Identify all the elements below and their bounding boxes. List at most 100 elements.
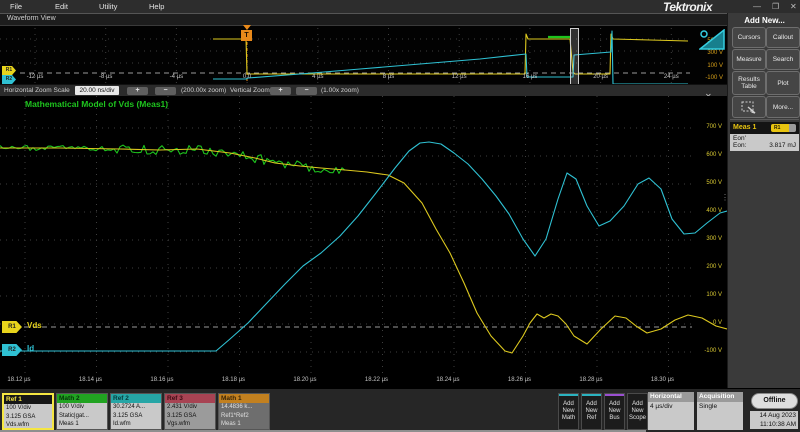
cursors-button[interactable]: Cursors (732, 27, 766, 48)
math2-badge-title: Math 2 (57, 394, 107, 403)
menu-help[interactable]: Help (149, 2, 164, 11)
ref2-line3: Id.wfm (111, 420, 161, 429)
meas1-row2-value: 3.817 mJ (769, 142, 796, 149)
bottom-bar: Ref 1 100 V/div 3.125 GSA Vds.wfm Math 2… (0, 388, 800, 432)
v-zoom-plus-button[interactable]: + (270, 87, 291, 95)
ref3-badge-title: Ref 3 (165, 394, 215, 403)
ref3-line1: 2.431 V/div (165, 403, 215, 412)
y-tick-label: 600 V (696, 152, 722, 158)
h-zoom-minus-button[interactable]: − (155, 87, 176, 95)
vds-trace (0, 148, 727, 353)
meas1-row1: Eon' (733, 135, 796, 142)
sidebar-divider (730, 119, 799, 120)
overview-v-tick-label: 300 V (697, 50, 723, 56)
x-tick-label: 18.18 µs (214, 377, 254, 383)
overview-x-tick-label: 4 µs (301, 74, 335, 80)
callout-button[interactable]: Callout (766, 27, 800, 48)
overview-x-tick-label: 20 µs (584, 74, 618, 80)
math-color-stripe (559, 394, 578, 396)
add-new-bus-button[interactable]: Add New Bus (604, 393, 625, 430)
v-zoom-factor: (1.00x zoom) (321, 87, 359, 94)
v-zoom-minus-button[interactable]: − (296, 87, 317, 95)
y-tick-label: 300 V (696, 236, 722, 242)
tekscope-window: File Edit Utility Help Tektronix — ❐ ✕ W… (0, 0, 800, 432)
y-tick-label: 100 V (696, 292, 722, 298)
x-tick-label: 18.30 µs (643, 377, 683, 383)
close-icon[interactable]: ✕ (790, 2, 797, 11)
add-new-scope-button[interactable]: Add New Scope (627, 393, 648, 430)
restore-icon[interactable]: ❐ (772, 2, 779, 11)
zoom-window-marker[interactable] (570, 28, 579, 85)
x-tick-label: 18.20 µs (285, 377, 325, 383)
y-tick-label: -100 V (696, 348, 722, 354)
horizontal-value: 4 µs/div (648, 402, 694, 410)
ref2-line1: 30.2724 A... (111, 403, 161, 412)
menu-edit[interactable]: Edit (55, 2, 68, 11)
add-new-ref-button[interactable]: Add New Ref (581, 393, 602, 430)
menu-utility[interactable]: Utility (99, 2, 117, 11)
plot-button[interactable]: Plot (766, 71, 800, 95)
math1-badge-title: Math 1 (219, 394, 269, 403)
draw-a-box-button[interactable] (732, 96, 766, 118)
overview-x-tick-label: -8 µs (89, 74, 123, 80)
overview-x-tick-label: 12 µs (442, 74, 476, 80)
add-new-math-button[interactable]: Add New Math (558, 393, 579, 430)
meas1-row2-label: Eon: (733, 142, 746, 149)
menu-file[interactable]: File (10, 2, 22, 11)
ref3-line2: 3.125 GSA (165, 412, 215, 421)
bus-color-stripe (605, 394, 624, 396)
math2-badge[interactable]: Math 2 100 V/div Static|gat... Meas 1 (56, 393, 108, 430)
x-axis-labels: 18.12 µs18.14 µs18.16 µs18.18 µs18.20 µs… (0, 374, 727, 388)
zoom-overview-icon[interactable] (699, 29, 725, 51)
x-tick-label: 18.28 µs (571, 377, 611, 383)
acquisition-panel[interactable]: Acquisition Single (697, 392, 743, 430)
search-button[interactable]: Search (766, 49, 800, 70)
overview-vds-trace (213, 34, 688, 74)
menu-bar: File Edit Utility Help Tektronix — ❐ ✕ (0, 0, 800, 14)
more-button[interactable]: More... (766, 96, 800, 118)
date-text: 14 Aug 2023 (750, 411, 796, 420)
meas1-header: Meas 1 R1 (730, 122, 799, 134)
overview-x-tick-label: 0.0 (230, 74, 264, 80)
meas1-badge[interactable]: Meas 1 R1 Eon' Eon: 3.817 mJ (730, 122, 799, 151)
y-tick-label: 0 V (696, 320, 722, 326)
waveform-overview: T R1 R2 -12 µs-8 µs-4 µs0.04 µs8 µs12 µs… (0, 25, 727, 85)
trigger-badge[interactable]: T (241, 30, 252, 41)
ref1-line2: 3.125 GSA (4, 413, 52, 422)
horizontal-title: Horizontal (648, 392, 694, 402)
draw-a-box-icon (741, 101, 757, 114)
ref2-badge[interactable]: Ref 2 30.2724 A... 3.125 GSA Id.wfm (110, 393, 162, 430)
horizontal-zoom-scale-value[interactable]: 20.00 ns/div (75, 86, 119, 95)
meas1-source-badge: R1 (771, 124, 796, 132)
measure-button[interactable]: Measure (732, 49, 766, 70)
h-zoom-plus-button[interactable]: + (127, 87, 148, 95)
acquisition-value: Single (697, 402, 743, 410)
meas1-body: Eon' Eon: 3.817 mJ (730, 134, 799, 151)
math1-badge[interactable]: Math 1 14.4836 k... Ref1*Ref2 Meas 1 (218, 393, 270, 430)
vertical-zoom-label: Vertical Zoom (230, 87, 270, 94)
vds-label: Vds (27, 321, 42, 330)
math1-line3: Meas 1 (219, 420, 269, 429)
math1-line1: 14.4836 k... (219, 403, 269, 412)
overview-x-tick-label: 8 µs (372, 74, 406, 80)
math1-line2: Ref1*Ref2 (219, 412, 269, 421)
x-tick-label: 18.24 µs (428, 377, 468, 383)
main-waveform-canvas (0, 96, 727, 374)
plot-title: Mathematical Model of Vds (Meas1) (25, 99, 168, 109)
horizontal-panel[interactable]: Horizontal 4 µs/div (648, 392, 694, 430)
y-tick-label: 500 V (696, 180, 722, 186)
tab-waveform-view[interactable]: Waveform View (7, 15, 56, 22)
minimize-icon[interactable]: — (753, 2, 761, 11)
ref3-badge[interactable]: Ref 3 2.431 V/div 3.125 GSA Vgs.wfm (164, 393, 216, 430)
offline-button[interactable]: Offline (751, 393, 798, 409)
x-tick-label: 18.16 µs (142, 377, 182, 383)
ref1-badge[interactable]: Ref 1 100 V/div 3.125 GSA Vds.wfm (2, 393, 54, 430)
math2-line2: Static|gat... (57, 412, 107, 421)
x-tick-label: 18.12 µs (0, 377, 39, 383)
sidebar: Add New... Cursors Callout Measure Searc… (727, 13, 800, 388)
results-table-button[interactable]: Results Table (732, 71, 766, 95)
x-tick-label: 18.26 µs (500, 377, 540, 383)
meas1-row2: Eon: 3.817 mJ (733, 142, 796, 149)
overview-x-tick-label: -12 µs (18, 74, 52, 80)
ref1-line1: 100 V/div (4, 404, 52, 413)
